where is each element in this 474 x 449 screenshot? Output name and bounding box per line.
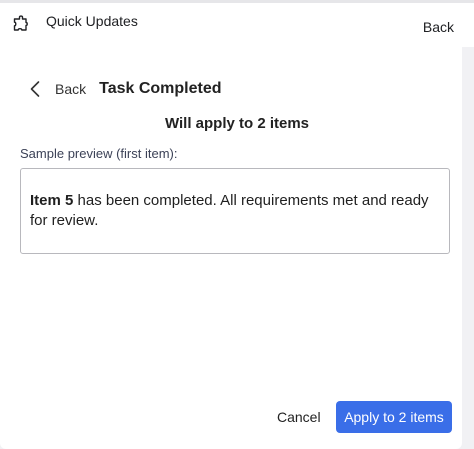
- dialog-title: Task Completed: [99, 80, 222, 97]
- preview-item-name: Item 5: [30, 192, 74, 209]
- apply-button[interactable]: Apply to 2 items: [336, 401, 452, 433]
- dialog-header: Back Task Completed: [28, 79, 222, 99]
- preview-label: Sample preview (first item):: [20, 146, 178, 161]
- dialog-back-button[interactable]: Back: [55, 81, 86, 97]
- chevron-left-icon[interactable]: [28, 80, 44, 98]
- app-title: Quick Updates: [46, 13, 138, 29]
- preview-box: Item 5 has been completed. All requireme…: [20, 168, 450, 254]
- puzzle-piece-icon: [12, 14, 32, 34]
- preview-message: has been completed. All requirements met…: [30, 192, 429, 229]
- app-header: Quick Updates Back: [0, 0, 474, 47]
- header-back-button[interactable]: Back: [423, 19, 454, 35]
- apply-count-heading: Will apply to 2 items: [164, 115, 310, 132]
- extension-window: Quick Updates Back Back Task Completed W…: [0, 0, 474, 449]
- cancel-button[interactable]: Cancel: [268, 401, 330, 433]
- dialog-panel: Back Task Completed Will apply to 2 item…: [0, 47, 462, 449]
